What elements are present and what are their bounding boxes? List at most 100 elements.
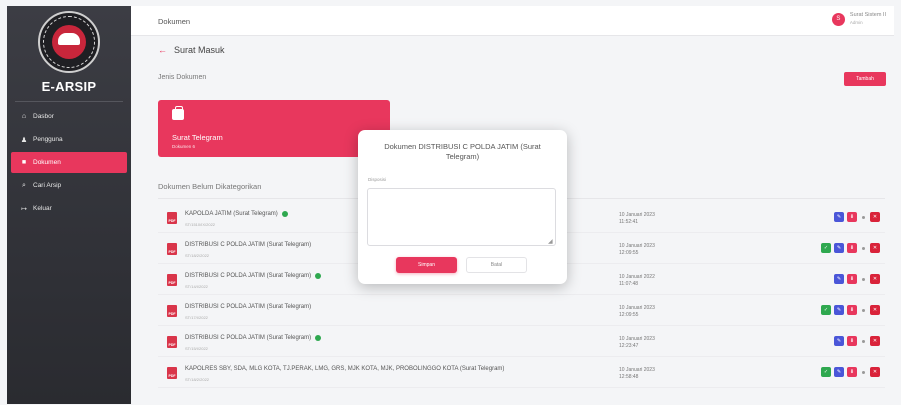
briefcase-icon [172,106,184,120]
sidebar: E-ARSIP ⌂ Dasbor ♟ Pengguna ■ Dokumen ⌕ … [7,6,131,404]
edit-button[interactable]: ✎ [834,367,844,377]
download-button[interactable]: ⬇ [847,305,857,315]
pdf-icon: PDF [167,336,177,348]
disposisi-textarea[interactable] [367,188,556,246]
document-number: ST/17/I/2022 [185,315,208,320]
document-title[interactable]: KAPOLDA JATIM (Surat Telegram) [185,211,288,217]
separator-dot-icon [862,246,865,250]
delete-button[interactable]: ✕ [870,274,880,284]
document-type-card[interactable]: Surat Telegram Dokumen 6 [158,100,390,157]
document-number: ST/18/2/2022 [185,253,210,258]
time-text: 12:09:55 [619,250,639,256]
document-number: ST/18/2/2022 [185,377,210,382]
download-button[interactable]: ⬇ [847,212,857,222]
sidebar-item-keluar[interactable]: ↦ Keluar [7,198,131,219]
time-text: 12:58:48 [619,374,639,380]
delete-button[interactable]: ✕ [870,243,880,253]
app-name: E-ARSIP [41,79,97,94]
separator-dot-icon [862,215,865,219]
sidebar-item-label: Dokumen [33,159,61,166]
back-link[interactable]: ← Surat Masuk [158,45,225,55]
sidebar-item-cari-arsip[interactable]: ⌕ Cari Arsip [7,175,131,196]
user-menu[interactable]: S Surat Sistem II Admin [831,12,886,26]
sidebar-item-dokumen[interactable]: ■ Dokumen [11,152,127,173]
separator-dot-icon [862,339,865,343]
edit-button[interactable]: ✎ [834,305,844,315]
sidebar-item-label: Pengguna [33,136,63,143]
date-text: 10 Januari 2023 [619,212,655,218]
time-text: 11:52:41 [619,219,639,225]
document-title-text: KAPOLDA JATIM (Surat Telegram) [185,211,278,217]
row-actions: ✓ ✎ ⬇ ✕ [818,243,880,253]
time-text: 12:09:55 [619,312,639,318]
document-title[interactable]: DISTRIBUSI C POLDA JATIM (Surat Telegram… [185,242,311,248]
download-button[interactable]: ⬇ [847,367,857,377]
page-title: Dokumen [158,17,191,26]
sidebar-item-pengguna[interactable]: ♟ Pengguna [7,129,131,150]
logout-icon: ↦ [21,205,27,213]
document-title[interactable]: DISTRIBUSI C POLDA JATIM (Surat Telegram… [185,273,322,279]
document-number: ST/15/I/2022 [185,346,208,351]
document-number: ST/14/I/2022 [185,284,208,289]
separator-dot-icon [862,277,865,281]
pdf-icon: PDF [167,367,177,379]
check-circle-icon [315,273,322,279]
add-button[interactable]: Tambah [844,72,886,86]
disposisi-label: Disposisi [368,177,387,182]
document-date: 10 Januari 2023 12:09:55 [619,305,655,319]
row-actions: ✓ ✎ ⬇ ✕ [818,367,880,377]
download-button[interactable]: ⬇ [847,336,857,346]
edit-button[interactable]: ✎ [834,274,844,284]
card-title: Surat Telegram [172,133,223,142]
check-circle-icon [315,335,322,341]
pdf-icon: PDF [167,212,177,224]
time-text: 12:23:47 [619,343,639,349]
user-role: Admin [849,20,863,25]
approve-button[interactable]: ✓ [821,305,831,315]
delete-button[interactable]: ✕ [870,212,880,222]
sidebar-item-label: Cari Arsip [33,182,62,189]
delete-button[interactable]: ✕ [870,336,880,346]
document-number: ST/1510/IX/2022 [185,222,216,227]
table-row[interactable]: PDF DISTRIBUSI C POLDA JATIM (Surat Teleg… [158,295,885,326]
approve-button[interactable]: ✓ [821,243,831,253]
table-row[interactable]: PDF DISTRIBUSI C POLDA JATIM (Surat Teleg… [158,326,885,357]
separator-dot-icon [862,308,865,312]
edit-button[interactable]: ✎ [834,243,844,253]
user-info: Surat Sistem II Admin [850,12,886,26]
section-label: Jenis Dokumen [158,74,207,81]
brand: E-ARSIP [7,6,131,94]
delete-button[interactable]: ✕ [870,367,880,377]
edit-button[interactable]: ✎ [834,212,844,222]
uncategorized-label: Dokumen Belum Dikategorikan [158,182,262,191]
home-icon: ⌂ [21,113,27,120]
back-label: Surat Masuk [174,45,225,55]
date-text: 10 Januari 2023 [619,305,655,311]
document-title[interactable]: KAPOLRES SBY, SDA, MLG KOTA, TJ.PERAK, L… [185,366,504,372]
edit-button[interactable]: ✎ [834,336,844,346]
row-actions: ✎ ⬇ ✕ [831,336,880,346]
avatar[interactable]: S [831,12,845,26]
document-title[interactable]: DISTRIBUSI C POLDA JATIM (Surat Telegram… [185,335,322,341]
download-button[interactable]: ⬇ [847,274,857,284]
delete-button[interactable]: ✕ [870,305,880,315]
sidebar-item-label: Keluar [33,205,52,212]
date-text: 10 Januari 2023 [619,336,655,342]
table-row[interactable]: PDF KAPOLRES SBY, SDA, MLG KOTA, TJ.PERAK… [158,357,885,388]
cancel-button[interactable]: Batal [466,257,527,273]
modal-title: Dokumen DISTRIBUSI C POLDA JATIM (Surat … [384,142,541,161]
row-actions: ✎ ⬇ ✕ [831,212,880,222]
download-button[interactable]: ⬇ [847,243,857,253]
document-date: 10 Januari 2023 12:23:47 [619,336,655,350]
date-text: 10 Januari 2023 [619,243,655,249]
separator-dot-icon [862,370,865,374]
document-title[interactable]: DISTRIBUSI C POLDA JATIM (Surat Telegram… [185,304,311,310]
save-button[interactable]: Simpan [396,257,457,273]
document-title-text: DISTRIBUSI C POLDA JATIM (Surat Telegram… [185,273,312,279]
pdf-icon: PDF [167,305,177,317]
sidebar-item-dasbor[interactable]: ⌂ Dasbor [7,106,131,127]
approve-button[interactable]: ✓ [821,367,831,377]
topbar: Dokumen S Surat Sistem II Admin [131,6,894,36]
logo-icon [38,11,100,73]
time-text: 11:07:48 [619,281,639,287]
